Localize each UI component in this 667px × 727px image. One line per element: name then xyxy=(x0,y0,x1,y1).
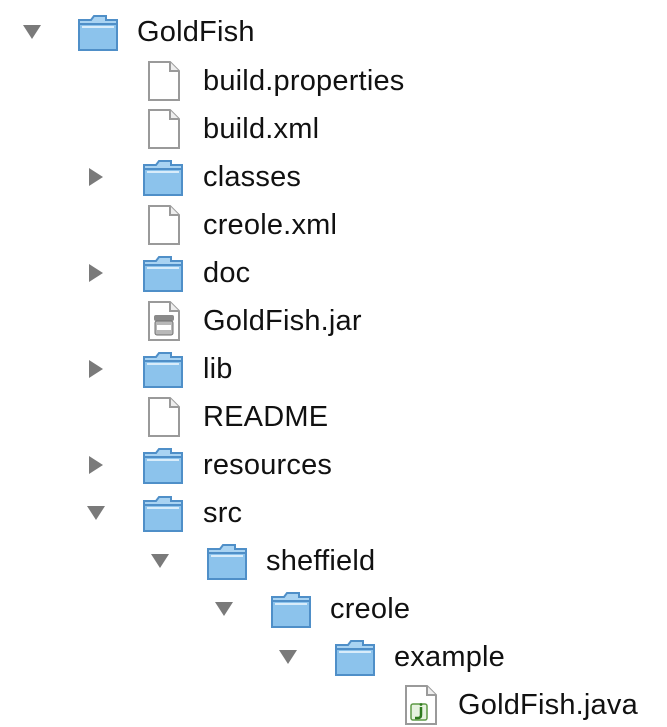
folder-icon xyxy=(141,443,185,487)
tree-item-label: src xyxy=(203,497,243,529)
tree-row-lib[interactable]: lib xyxy=(0,347,270,391)
document-icon xyxy=(141,107,185,151)
tree-item-label: classes xyxy=(203,161,302,193)
folder-icon xyxy=(141,491,185,535)
tree-item-label: creole.xml xyxy=(203,209,338,241)
tree-item-label: doc xyxy=(203,257,251,289)
tree-row-readme[interactable]: README xyxy=(0,395,350,439)
document-icon xyxy=(141,203,185,247)
tree-row-build-xml[interactable]: build.xml xyxy=(0,107,360,151)
collapsed-triangle-icon[interactable] xyxy=(82,163,110,191)
file-tree: GoldFish build.properties build.xml clas… xyxy=(0,0,667,727)
tree-item-label: GoldFish.java xyxy=(458,689,638,721)
tree-item-label: GoldFish xyxy=(137,16,255,48)
tree-item-label: build.properties xyxy=(203,65,405,97)
tree-row-resources[interactable]: resources xyxy=(0,443,370,487)
tree-row-example[interactable]: example xyxy=(0,635,540,679)
tree-item-label: build.xml xyxy=(203,113,320,145)
tree-item-label: lib xyxy=(203,353,233,385)
tree-item-label: creole xyxy=(330,593,411,625)
document-icon xyxy=(141,59,185,103)
tree-row-creole-xml[interactable]: creole.xml xyxy=(0,203,380,247)
document-icon xyxy=(141,395,185,439)
folder-icon xyxy=(76,10,120,54)
tree-item-label: example xyxy=(394,641,506,673)
expanded-triangle-icon[interactable] xyxy=(18,18,46,46)
tree-row-build-properties[interactable]: build.properties xyxy=(0,59,460,103)
expanded-triangle-icon[interactable] xyxy=(146,547,174,575)
tree-row-goldfish[interactable]: GoldFish xyxy=(0,10,300,54)
tree-row-creole[interactable]: creole xyxy=(0,587,440,631)
tree-item-label: resources xyxy=(203,449,333,481)
folder-icon xyxy=(141,155,185,199)
tree-item-label: README xyxy=(203,401,329,433)
folder-icon xyxy=(333,635,377,679)
collapsed-triangle-icon[interactable] xyxy=(82,451,110,479)
folder-icon xyxy=(269,587,313,631)
tree-item-label: GoldFish.jar xyxy=(203,305,362,337)
tree-row-goldfish-java[interactable]: GoldFish.java xyxy=(0,683,667,727)
tree-row-doc[interactable]: doc xyxy=(0,251,280,295)
tree-row-sheffield[interactable]: sheffield xyxy=(0,539,420,583)
collapsed-triangle-icon[interactable] xyxy=(82,259,110,287)
tree-item-label: sheffield xyxy=(266,545,376,577)
folder-icon xyxy=(205,539,249,583)
folder-icon xyxy=(141,251,185,295)
java-file-icon xyxy=(398,683,442,727)
folder-icon xyxy=(141,347,185,391)
expanded-triangle-icon[interactable] xyxy=(82,499,110,527)
expanded-triangle-icon[interactable] xyxy=(274,643,302,671)
jar-file-icon xyxy=(141,299,185,343)
tree-row-goldfish-jar[interactable]: GoldFish.jar xyxy=(0,299,400,343)
tree-row-classes[interactable]: classes xyxy=(0,155,330,199)
expanded-triangle-icon[interactable] xyxy=(210,595,238,623)
collapsed-triangle-icon[interactable] xyxy=(82,355,110,383)
tree-row-src[interactable]: src xyxy=(0,491,270,535)
